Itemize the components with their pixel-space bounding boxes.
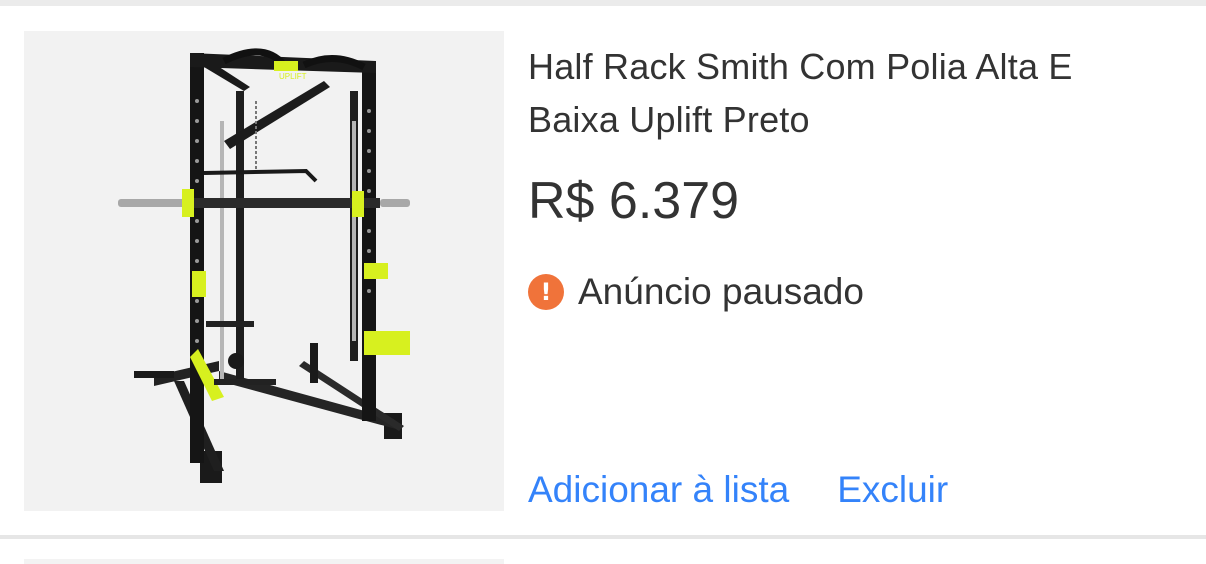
product-price: R$ 6.379 <box>528 172 740 230</box>
product-title-line-1[interactable]: Half Rack Smith Com Polia Alta E <box>528 40 1168 93</box>
product-image[interactable]: UPLIFT <box>24 31 504 511</box>
image-brand-mark: UPLIFT <box>279 72 307 81</box>
product-title[interactable]: Half Rack Smith Com Polia Alta E Baixa U… <box>528 40 1168 146</box>
product-title-line-2[interactable]: Baixa Uplift Preto <box>528 93 1168 146</box>
delete-link[interactable]: Excluir <box>837 468 948 512</box>
card-actions: Adicionar à lista Excluir <box>528 468 996 512</box>
add-to-list-link[interactable]: Adicionar à lista <box>528 468 789 512</box>
exclamation-icon: ! <box>528 274 564 310</box>
listing-status: ! Anúncio pausado <box>528 272 864 312</box>
half-rack-illustration: UPLIFT <box>118 48 410 483</box>
bottom-divider <box>0 535 1206 539</box>
next-card-image-edge <box>24 559 504 564</box>
status-text: Anúncio pausado <box>578 271 864 312</box>
listing-card[interactable]: UPLIFT Half Rack Smith Com Polia Alta E … <box>0 6 1206 535</box>
